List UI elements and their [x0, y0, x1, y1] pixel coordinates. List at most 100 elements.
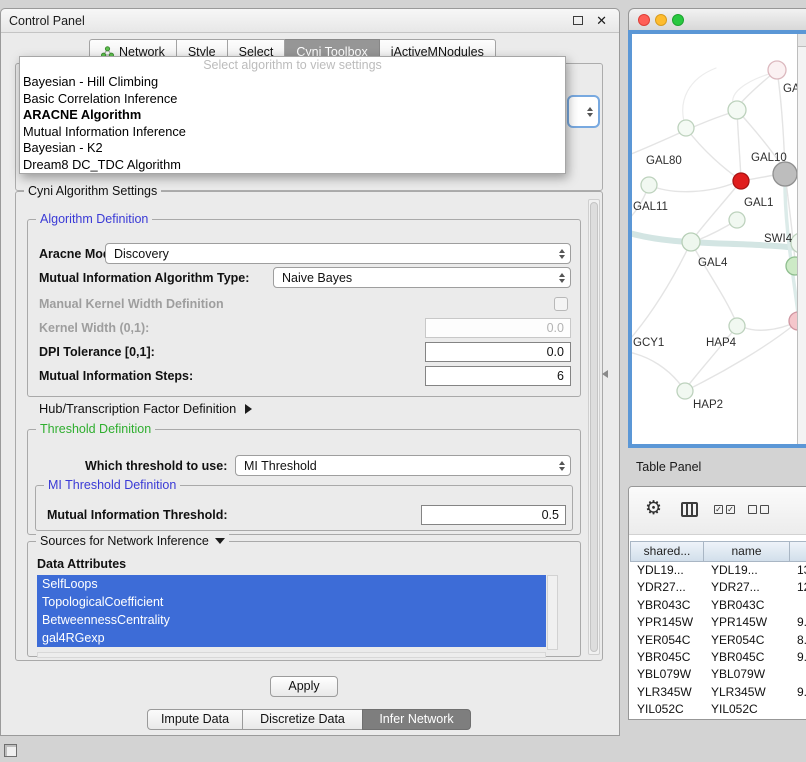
select-all-columns-icon[interactable]: ✓ ✓ [714, 505, 735, 514]
table-row[interactable]: YBL079WYBL079W [630, 666, 806, 683]
attribute-betweennesscentrality[interactable]: BetweennessCentrality [37, 611, 546, 629]
table-cell[interactable]: YLR345W [630, 684, 704, 701]
algorithm-option-bayesian-hill-climbing[interactable]: Bayesian - Hill Climbing [20, 74, 565, 91]
scrollbar-thumb[interactable] [590, 202, 598, 652]
table-cell[interactable]: YBR043C [704, 597, 790, 614]
scrollbar-button[interactable] [798, 34, 806, 47]
table-cell[interactable]: 9. [790, 614, 806, 631]
algorithm-option-dream8-dc-tdc-algorithm[interactable]: Dream8 DC_TDC Algorithm [20, 157, 565, 174]
hub-definition-toggle[interactable]: Hub/Transcription Factor Definition [39, 401, 252, 416]
network-node[interactable] [677, 383, 693, 399]
gear-icon[interactable]: ⚙ [645, 497, 662, 521]
table-row[interactable]: YLR345WYLR345W9. [630, 684, 806, 701]
table-cell[interactable]: YDR27... [704, 579, 790, 596]
network-edge[interactable] [691, 242, 736, 322]
table-cell[interactable]: 8. [790, 632, 806, 649]
table-cell[interactable]: 9. [790, 649, 806, 666]
dpi-tolerance-input[interactable]: 0.0 [425, 342, 571, 362]
network-node[interactable] [682, 233, 700, 251]
column-header-name[interactable]: name [704, 541, 790, 562]
network-node[interactable] [733, 173, 749, 189]
tab-impute-data[interactable]: Impute Data [147, 709, 243, 730]
network-edge[interactable] [632, 242, 691, 339]
network-edge[interactable] [693, 181, 741, 239]
network-vertical-scrollbar[interactable] [797, 34, 806, 444]
table-cell[interactable]: YIL052C [704, 701, 790, 718]
sources-toggle[interactable]: Sources for Network Inference [36, 534, 229, 548]
attributes-vertical-scrollbar[interactable] [547, 575, 558, 650]
network-edge[interactable] [649, 183, 734, 192]
network-edge[interactable] [683, 68, 716, 128]
network-node[interactable] [768, 61, 786, 79]
zoom-traffic-light-icon[interactable] [672, 14, 684, 26]
table-cell[interactable]: YER054C [630, 632, 704, 649]
table-cell[interactable]: YBR045C [630, 649, 704, 666]
table-cell[interactable]: YDL19... [704, 562, 790, 579]
algorithm-combo-focused-end[interactable] [567, 95, 600, 128]
table-cell[interactable]: 9. [790, 684, 806, 701]
table-cell[interactable]: YIL052C [630, 701, 704, 718]
table-row[interactable]: YIL052CYIL052C [630, 701, 806, 718]
table-row[interactable]: YBR043CYBR043C [630, 597, 806, 614]
table-cell[interactable]: YER054C [704, 632, 790, 649]
network-node[interactable] [678, 120, 694, 136]
table-cell[interactable]: YDL19... [630, 562, 704, 579]
algorithm-option-aracne-algorithm[interactable]: ARACNE Algorithm [20, 107, 565, 124]
table-row[interactable]: YPR145WYPR145W9. [630, 614, 806, 631]
network-edge[interactable] [686, 128, 739, 179]
settings-scrollbar[interactable] [588, 199, 600, 655]
table-cell[interactable]: YLR345W [704, 684, 790, 701]
float-window-icon[interactable] [573, 16, 583, 25]
attribute-topologicalcoefficient[interactable]: TopologicalCoefficient [37, 593, 546, 611]
network-edge[interactable] [737, 110, 741, 179]
deselect-columns-icon[interactable] [748, 505, 769, 514]
column-header-shared[interactable]: shared... [630, 541, 704, 562]
network-window-titlebar[interactable] [628, 8, 806, 30]
network-node[interactable] [773, 162, 797, 186]
table-cell[interactable] [790, 666, 806, 683]
algorithm-option-bayesian-k2[interactable]: Bayesian - K2 [20, 140, 565, 157]
table-row[interactable]: YDR27...YDR27...12 [630, 579, 806, 596]
unchecked-box-icon [748, 505, 757, 514]
attribute-selfloops[interactable]: SelfLoops [37, 575, 546, 593]
table-cell[interactable]: YPR145W [704, 614, 790, 631]
attribute-gal4rgexp[interactable]: gal4RGexp [37, 629, 546, 647]
mi-steps-input[interactable]: 6 [425, 366, 571, 386]
network-edge[interactable] [632, 352, 685, 391]
tab-infer-network[interactable]: Infer Network [362, 709, 471, 730]
column-visibility-icon[interactable] [681, 502, 698, 517]
table-cell[interactable]: 13 [790, 562, 806, 579]
table-row[interactable]: YDL19...YDL19...13 [630, 562, 806, 579]
table-cell[interactable]: YDR27... [630, 579, 704, 596]
which-threshold-select[interactable]: MI Threshold [235, 455, 571, 476]
network-node[interactable] [641, 177, 657, 193]
algorithm-option-mutual-information-inference[interactable]: Mutual Information Inference [20, 124, 565, 141]
table-cell[interactable]: YBL079W [630, 666, 704, 683]
table-cell[interactable] [790, 597, 806, 614]
table-cell[interactable]: YBR043C [630, 597, 704, 614]
apply-button[interactable]: Apply [270, 676, 338, 697]
mi-algorithm-type-select[interactable]: Naive Bayes [273, 267, 571, 288]
mi-threshold-input[interactable]: 0.5 [421, 505, 566, 525]
network-node[interactable] [729, 318, 745, 334]
aracne-mode-select[interactable]: Discovery [105, 243, 571, 264]
minimize-traffic-light-icon[interactable] [655, 14, 667, 26]
close-traffic-light-icon[interactable] [638, 14, 650, 26]
restore-panel-icon[interactable] [4, 744, 17, 757]
table-row[interactable]: YBR045CYBR045C9. [630, 649, 806, 666]
network-canvas[interactable]: GAL80GAL10GAL11GAL1SWI4GAL4GCY1HAP4HAP2G… [628, 30, 806, 448]
table-cell[interactable] [790, 701, 806, 718]
network-node[interactable] [728, 101, 746, 119]
attributes-horizontal-scrollbar[interactable] [37, 652, 546, 658]
column-header-col3[interactable] [790, 541, 806, 562]
panel-splitter-arrow[interactable] [602, 370, 608, 378]
table-cell[interactable]: 12 [790, 579, 806, 596]
table-row[interactable]: YER054CYER054C8. [630, 632, 806, 649]
tab-discretize-data[interactable]: Discretize Data [242, 709, 363, 730]
algorithm-option-basic-correlation-inference[interactable]: Basic Correlation Inference [20, 91, 565, 108]
close-window-icon[interactable]: ✕ [596, 13, 607, 29]
table-cell[interactable]: YBR045C [704, 649, 790, 666]
table-cell[interactable]: YPR145W [630, 614, 704, 631]
table-cell[interactable]: YBL079W [704, 666, 790, 683]
network-node[interactable] [729, 212, 745, 228]
